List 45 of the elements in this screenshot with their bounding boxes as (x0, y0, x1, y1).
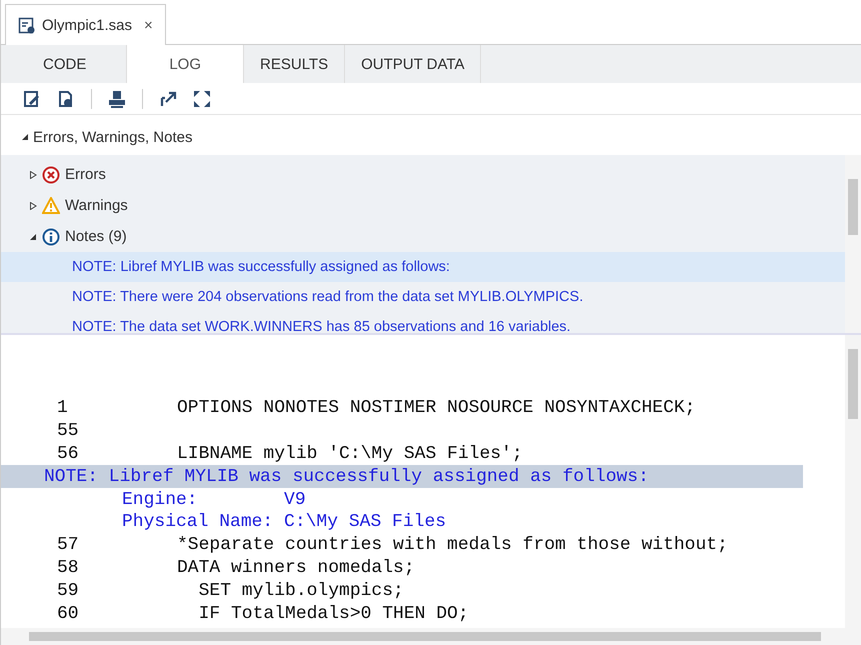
log-note-detail: Engine: V9 (122, 490, 306, 510)
line-number: 56 (56, 444, 80, 464)
file-tab-title: Olympic1.sas (42, 16, 132, 34)
line-number: 60 (56, 604, 80, 624)
group-label[interactable]: Errors (65, 166, 106, 183)
log-note: NOTE: Libref MYLIB was successfully assigned as follows: (1, 465, 803, 488)
group-label[interactable]: Notes (9) (65, 228, 127, 245)
warning-icon (42, 197, 60, 214)
expand-arrow-icon[interactable] (29, 170, 37, 178)
line-number: 57 (56, 535, 80, 556)
line-number: 55 (56, 421, 80, 442)
line-number: 1 (56, 398, 69, 418)
code-line: LIBNAME mylib 'C:\My SAS Files'; (177, 444, 523, 464)
expand-arrow-icon[interactable] (29, 202, 37, 210)
program-file-icon (18, 16, 36, 34)
code-line: IF TotalMedals>0 THEN DO; (198, 604, 469, 624)
code-line: OPTIONS NONOTES NOSTIMER NOSOURCE NOSYNTAXCHECK; (177, 398, 696, 418)
note-message[interactable]: NOTE: The data set WORK.WINNERS has 85 observations and 16 variables. (1, 312, 845, 342)
code-line: SET mylib.olympics; (198, 580, 404, 601)
note-message[interactable]: NOTE: Libref MYLIB was successfully assigned as follows: (1, 252, 845, 282)
collapse-arrow-icon[interactable] (29, 232, 37, 240)
log-note-detail: Physical Name: C:\My SAS Files (122, 512, 446, 532)
section-title: Errors, Warnings, Notes (33, 128, 192, 146)
file-tab[interactable]: Olympic1.sas × (5, 4, 166, 45)
edit-document-icon[interactable] (23, 90, 41, 108)
print-icon[interactable] (108, 90, 126, 108)
scrollbar[interactable] (1, 628, 861, 645)
info-icon (42, 228, 60, 246)
view-tab[interactable]: LOG (127, 45, 244, 83)
expand-arrow-icon[interactable] (159, 90, 177, 108)
scrollbar[interactable] (845, 335, 861, 628)
scrollbar[interactable] (845, 155, 861, 333)
line-number: 59 (56, 580, 80, 601)
document-info-icon[interactable] (57, 90, 75, 108)
collapse-arrow-icon[interactable] (21, 133, 29, 141)
close-button[interactable]: × (144, 16, 153, 34)
code-line: *Separate countries with medals from those without; (177, 535, 728, 556)
error-icon (42, 166, 60, 184)
group-label[interactable]: Warnings (65, 197, 128, 214)
fullscreen-icon[interactable] (193, 90, 211, 108)
line-number: 58 (56, 558, 80, 578)
view-tab[interactable]: OUTPUT DATA (345, 45, 482, 83)
view-tab[interactable]: RESULTS (244, 45, 346, 83)
code-line: DATA winners nomedals; (177, 558, 415, 578)
note-message[interactable]: NOTE: There were 204 observations read from the data set MYLIB.OLYMPICS. (1, 282, 845, 312)
